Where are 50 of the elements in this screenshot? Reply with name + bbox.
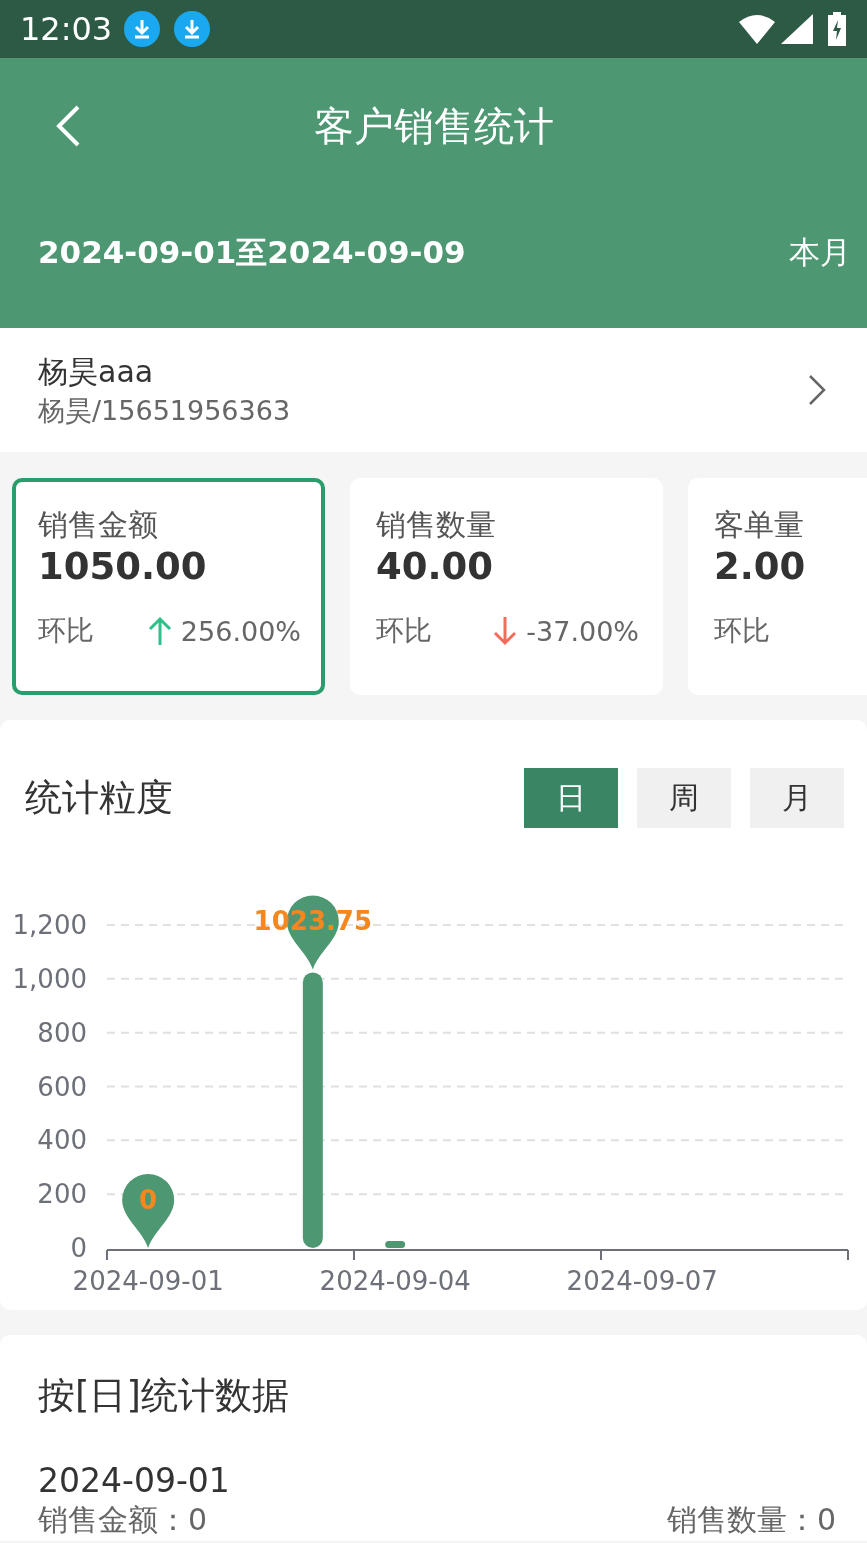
compare-label: 环比 <box>376 613 433 649</box>
sales-quantity: 销售数量：0 <box>666 1501 836 1539</box>
granularity-tab[interactable]: 日 <box>524 768 618 828</box>
metric-value: 1050.00 <box>38 544 208 590</box>
page-title: 客户销售统计 <box>313 102 554 149</box>
customer-row[interactable]: 杨昊aaa 杨昊/15651956363 <box>0 328 867 452</box>
axis-label: 800 <box>37 1017 87 1048</box>
axis-label: 0 <box>70 1233 87 1263</box>
period-button[interactable]: 本月 <box>789 232 851 274</box>
compare-label: 环比 <box>38 613 95 649</box>
axis-label: 200 <box>37 1179 87 1210</box>
metric-card[interactable]: 销售金额 1050.00 环比 256.00% <box>12 478 325 695</box>
battery-icon <box>827 12 847 46</box>
metric-value: 2.00 <box>714 544 807 590</box>
axis-label: 2024-09-01 <box>72 1266 224 1295</box>
axis-label: 400 <box>37 1125 87 1156</box>
download-icon <box>124 11 161 47</box>
change-percent: 256.00% <box>180 615 301 647</box>
customer-name: 杨昊aaa <box>38 352 155 391</box>
metric-value: 40.00 <box>376 544 495 590</box>
wifi-icon <box>739 14 775 44</box>
customer-contact: 杨昊/15651956363 <box>38 393 292 428</box>
compare-label: 环比 <box>714 613 771 649</box>
sales-amount: 销售金额：0 <box>38 1501 208 1539</box>
change-percent: -37.00% <box>526 615 639 647</box>
metric-label: 客单量 <box>714 506 805 544</box>
axis-label: 1,000 <box>12 963 87 994</box>
arrow-up-icon <box>146 615 173 647</box>
metric-card[interactable]: 客单量 2.00 环比 <box>688 478 867 695</box>
section-title: 统计粒度 <box>25 775 174 821</box>
metric-label: 销售数量 <box>376 506 497 544</box>
granularity-tab[interactable]: 月 <box>750 768 844 828</box>
axis-label: 600 <box>37 1071 87 1102</box>
granularity-tab[interactable]: 周 <box>637 768 731 828</box>
bar[interactable] <box>302 972 323 1248</box>
status-time: 12:03 <box>20 10 113 48</box>
download-icon <box>174 11 211 47</box>
row-date: 2024-09-01 <box>38 1461 231 1500</box>
axis-label: 2024-09-07 <box>566 1266 718 1295</box>
data-label: 0 <box>139 1185 158 1215</box>
signal-icon <box>781 14 813 44</box>
section-title: 按[日]统计数据 <box>38 1373 290 1419</box>
chevron-right-icon <box>807 373 827 407</box>
axis-label: 1,200 <box>12 910 87 940</box>
bar[interactable] <box>385 1240 406 1248</box>
metric-label: 销售金额 <box>38 506 159 544</box>
axis-label: 2024-09-04 <box>319 1266 471 1295</box>
arrow-down-icon <box>492 615 519 647</box>
metric-card[interactable]: 销售数量 40.00 环比 -37.00% <box>350 478 663 695</box>
date-range[interactable]: 2024-09-01至2024-09-09 <box>38 232 466 274</box>
